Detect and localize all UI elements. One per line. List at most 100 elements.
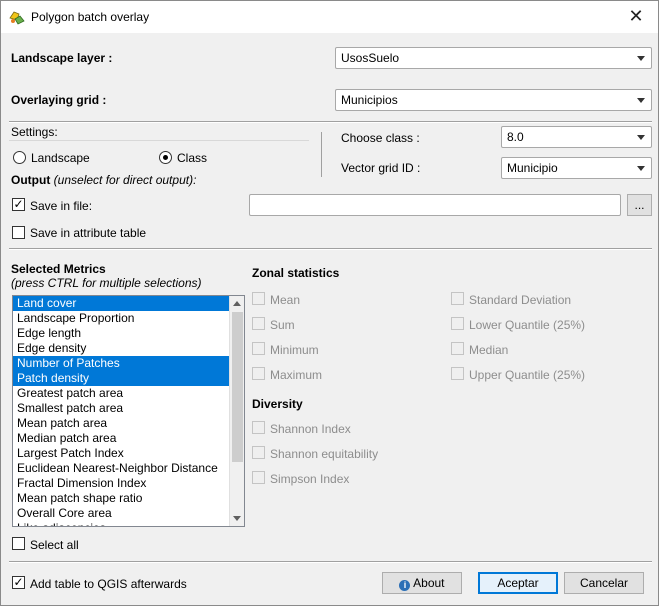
settings-label: Settings: bbox=[11, 125, 58, 139]
save-in-attribute-table-checkbox[interactable] bbox=[12, 226, 25, 239]
about-button[interactable]: i About bbox=[382, 572, 462, 594]
save-file-path-input[interactable] bbox=[249, 194, 621, 216]
metrics-list[interactable]: Land cover Landscape Proportion Edge lengt… bbox=[12, 295, 245, 527]
selected-metrics-hint: (press CTRL for multiple selections) bbox=[11, 276, 202, 290]
radio-landscape-label: Landscape bbox=[31, 151, 90, 165]
checkmark-icon: ✓ bbox=[13, 197, 24, 211]
shannon-equitability-checkbox[interactable] bbox=[252, 446, 265, 459]
settings-separator bbox=[321, 132, 322, 177]
info-icon: i bbox=[399, 580, 411, 591]
zonal-sum-checkbox[interactable] bbox=[252, 317, 265, 330]
metrics-scrollbar[interactable] bbox=[229, 296, 244, 526]
overlaying-grid-value: Municipios bbox=[341, 93, 398, 107]
scrollbar-thumb[interactable] bbox=[232, 312, 243, 462]
metrics-list-item[interactable]: Land cover bbox=[13, 296, 244, 311]
chevron-down-icon bbox=[637, 98, 645, 103]
radio-landscape[interactable] bbox=[13, 151, 26, 164]
settings-divider bbox=[9, 140, 309, 141]
metrics-list-item[interactable]: Mean patch area bbox=[13, 416, 244, 431]
choose-class-label: Choose class : bbox=[341, 131, 420, 145]
accept-button[interactable]: Aceptar bbox=[478, 572, 558, 594]
metrics-list-item[interactable]: Landscape Proportion bbox=[13, 311, 244, 326]
cancel-button-label: Cancelar bbox=[579, 576, 629, 590]
choose-class-value: 8.0 bbox=[507, 130, 524, 144]
metrics-list-item[interactable]: Mean patch shape ratio bbox=[13, 491, 244, 506]
zonal-upper-quantile-label: Upper Quantile (25%) bbox=[469, 368, 586, 382]
overlaying-grid-label: Overlaying grid : bbox=[11, 93, 107, 107]
zonal-minimum-checkbox[interactable] bbox=[252, 342, 265, 355]
choose-class-combo[interactable]: 8.0 bbox=[501, 126, 652, 148]
checkmark-icon: ✓ bbox=[13, 575, 24, 589]
landscape-layer-value: UsosSuelo bbox=[341, 51, 400, 65]
metrics-list-item[interactable]: Greatest patch area bbox=[13, 386, 244, 401]
window-title: Polygon batch overlay bbox=[31, 10, 150, 24]
overlaying-grid-combo[interactable]: Municipios bbox=[335, 89, 652, 111]
zonal-lower-quantile-checkbox[interactable] bbox=[451, 317, 464, 330]
metrics-list-item[interactable]: Edge length bbox=[13, 326, 244, 341]
add-table-label: Add table to QGIS afterwards bbox=[30, 577, 187, 591]
zonal-std-dev-label: Standard Deviation bbox=[469, 293, 572, 307]
zonal-minimum-label: Minimum bbox=[270, 343, 319, 357]
metrics-list-item[interactable]: Number of Patches bbox=[13, 356, 244, 371]
metrics-list-item[interactable]: Largest Patch Index bbox=[13, 446, 244, 461]
zonal-upper-quantile-checkbox[interactable] bbox=[451, 367, 464, 380]
save-in-file-label: Save in file: bbox=[30, 199, 93, 213]
zonal-sum-label: Sum bbox=[270, 318, 295, 332]
zonal-std-dev-checkbox[interactable] bbox=[451, 292, 464, 305]
close-button[interactable]: ✕ bbox=[614, 1, 658, 33]
simpson-index-label: Simpson Index bbox=[270, 472, 350, 486]
metrics-list-item[interactable]: Fractal Dimension Index bbox=[13, 476, 244, 491]
landscape-layer-combo[interactable]: UsosSuelo bbox=[335, 47, 652, 69]
close-icon: ✕ bbox=[628, 6, 644, 26]
metrics-list-items: Land cover Landscape Proportion Edge lengt… bbox=[13, 296, 244, 526]
zonal-median-label: Median bbox=[469, 343, 509, 357]
output-heading: Output (unselect for direct output): bbox=[11, 173, 196, 187]
zonal-lower-quantile-label: Lower Quantile (25%) bbox=[469, 318, 586, 332]
landscape-layer-label: Landscape layer : bbox=[11, 51, 113, 65]
zonal-maximum-label: Maximum bbox=[270, 368, 323, 382]
divider-highlight bbox=[9, 249, 652, 250]
cancel-button[interactable]: Cancelar bbox=[564, 572, 644, 594]
scroll-down-icon[interactable] bbox=[230, 511, 244, 526]
chevron-down-icon bbox=[637, 56, 645, 61]
metrics-list-item[interactable]: Smallest patch area bbox=[13, 401, 244, 416]
browse-button[interactable]: ... bbox=[627, 194, 652, 216]
shannon-index-checkbox[interactable] bbox=[252, 421, 265, 434]
save-in-attribute-table-label: Save in attribute table bbox=[30, 226, 147, 240]
output-hint: (unselect for direct output): bbox=[53, 173, 197, 187]
metrics-list-item[interactable]: Like adjacencies bbox=[13, 521, 244, 526]
chevron-down-icon bbox=[637, 166, 645, 171]
dialog-window: Polygon batch overlay ✕ Landscape layer … bbox=[0, 0, 659, 606]
select-all-label: Select all bbox=[30, 538, 79, 552]
zonal-median-checkbox[interactable] bbox=[451, 342, 464, 355]
divider-highlight bbox=[9, 562, 652, 563]
metrics-list-item[interactable]: Overall Core area bbox=[13, 506, 244, 521]
zonal-mean-label: Mean bbox=[270, 293, 301, 307]
about-button-label: About bbox=[413, 576, 445, 590]
metrics-list-item[interactable]: Median patch area bbox=[13, 431, 244, 446]
radio-selected-dot bbox=[163, 155, 168, 160]
radio-class-label: Class bbox=[177, 151, 208, 165]
diversity-label: Diversity bbox=[252, 397, 303, 411]
shannon-equitability-label: Shannon equitability bbox=[270, 447, 379, 461]
zonal-maximum-checkbox[interactable] bbox=[252, 367, 265, 380]
metrics-list-item[interactable]: Euclidean Nearest-Neighbor Distance bbox=[13, 461, 244, 476]
scroll-up-icon[interactable] bbox=[230, 296, 244, 311]
metrics-list-item[interactable]: Edge density bbox=[13, 341, 244, 356]
simpson-index-checkbox[interactable] bbox=[252, 471, 265, 484]
shannon-index-label: Shannon Index bbox=[270, 422, 351, 436]
radio-class[interactable] bbox=[159, 151, 172, 164]
accept-button-label: Aceptar bbox=[497, 576, 539, 590]
vector-grid-id-value: Municipio bbox=[507, 161, 558, 175]
select-all-checkbox[interactable] bbox=[12, 537, 25, 550]
zonal-mean-checkbox[interactable] bbox=[252, 292, 265, 305]
save-in-file-checkbox[interactable]: ✓ bbox=[12, 198, 25, 211]
metrics-list-item[interactable]: Patch density bbox=[13, 371, 244, 386]
vector-grid-id-combo[interactable]: Municipio bbox=[501, 157, 652, 179]
vector-grid-id-label: Vector grid ID : bbox=[341, 161, 421, 175]
add-table-checkbox[interactable]: ✓ bbox=[12, 576, 25, 589]
selected-metrics-label: Selected Metrics bbox=[11, 262, 106, 276]
zonal-statistics-label: Zonal statistics bbox=[252, 266, 340, 280]
chevron-down-icon bbox=[637, 135, 645, 140]
output-label: Output bbox=[11, 173, 51, 187]
